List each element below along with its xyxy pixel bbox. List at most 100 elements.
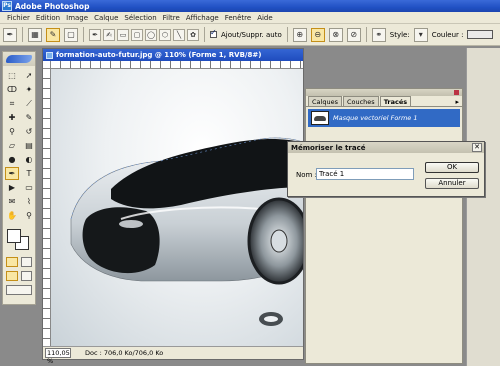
separator bbox=[286, 27, 288, 42]
pen-icon[interactable]: ✒ bbox=[5, 167, 19, 180]
fill-pixels-mode-button[interactable]: ▢ bbox=[64, 27, 78, 42]
path-subtract-button[interactable]: ⊖ bbox=[310, 27, 325, 42]
tab-traces[interactable]: Tracés bbox=[379, 96, 412, 106]
toolbox: ⬚ ➚ ↀ ✦ ⌗ ⟋ ✚ ✎ ⚲ ↺ ▱ ▤ ● ◐ ✒ T ▶ ▭ ✉ ⌇ … bbox=[2, 51, 36, 305]
magic-wand-icon[interactable]: ✦ bbox=[22, 83, 36, 96]
standard-mode-icon[interactable] bbox=[6, 257, 18, 267]
color-swatches bbox=[5, 227, 33, 253]
style-label: Style: bbox=[389, 30, 410, 39]
dodge-icon[interactable]: ◐ bbox=[22, 153, 36, 166]
blur-icon[interactable]: ● bbox=[5, 153, 19, 166]
panel-title-strip[interactable] bbox=[306, 89, 462, 96]
menu-fichier[interactable]: Fichier bbox=[4, 14, 33, 22]
shape-layer-mode-button[interactable]: ▦ bbox=[28, 27, 42, 42]
dialog-close-button[interactable]: ✕ bbox=[472, 143, 482, 152]
line-icon[interactable]: ╲ bbox=[173, 28, 185, 41]
slice-icon[interactable]: ⟋ bbox=[22, 97, 36, 110]
shape-icon[interactable]: ▭ bbox=[22, 181, 36, 194]
eyedropper-icon[interactable]: ⌇ bbox=[22, 195, 36, 208]
panel-menu-icon[interactable]: ▸ bbox=[455, 98, 459, 106]
separator bbox=[204, 27, 205, 42]
status-bar: 110,05 % Doc : 706,0 Ko/706,0 Ko bbox=[43, 346, 303, 365]
autoadd-checkbox[interactable] bbox=[210, 28, 217, 38]
headlight-shape bbox=[119, 220, 143, 228]
pen-icon[interactable]: ✒ bbox=[89, 28, 101, 41]
eraser-icon[interactable]: ▱ bbox=[5, 139, 19, 152]
options-bar: ✒ ▦ ✎ ▢ ✒ ✍ ▭ ▢ ◯ ⬡ ╲ ✿ Ajout/Suppr. aut… bbox=[0, 24, 500, 46]
menu-bar: Fichier Edition Image Calque Sélection F… bbox=[0, 12, 500, 24]
tool-grid: ⬚ ➚ ↀ ✦ ⌗ ⟋ ✚ ✎ ⚲ ↺ ▱ ▤ ● ◐ ✒ T ▶ ▭ ✉ ⌇ … bbox=[3, 66, 35, 225]
menu-calque[interactable]: Calque bbox=[91, 14, 121, 22]
path-exclude-button[interactable]: ⊘ bbox=[346, 27, 361, 42]
freeform-pen-icon[interactable]: ✍ bbox=[103, 28, 115, 41]
paths-mode-button[interactable]: ✎ bbox=[46, 27, 60, 42]
path-row-selected[interactable]: Masque vectoriel Forme 1 bbox=[308, 109, 460, 127]
type-icon[interactable]: T bbox=[22, 167, 36, 180]
crop-icon[interactable]: ⌗ bbox=[5, 97, 19, 110]
separator bbox=[22, 27, 23, 42]
rectangle-icon[interactable]: ▭ bbox=[117, 28, 129, 41]
hand-icon[interactable]: ✋ bbox=[5, 209, 19, 222]
rounded-rectangle-icon[interactable]: ▢ bbox=[131, 28, 143, 41]
tab-calques[interactable]: Calques bbox=[308, 96, 342, 106]
path-name-input[interactable] bbox=[316, 168, 414, 180]
menu-fenetre[interactable]: Fenêtre bbox=[222, 14, 254, 22]
vertical-ruler[interactable] bbox=[43, 69, 51, 346]
quick-mask-icon[interactable] bbox=[20, 257, 32, 267]
screen-mode-standard-icon[interactable] bbox=[6, 271, 18, 281]
adobe-feather-icon bbox=[6, 55, 32, 63]
menu-edition[interactable]: Edition bbox=[33, 14, 63, 22]
foreground-color[interactable] bbox=[7, 229, 21, 243]
polygon-icon[interactable]: ⬡ bbox=[159, 28, 171, 41]
gradient-icon[interactable]: ▤ bbox=[22, 139, 36, 152]
pen-tool-preset-button[interactable]: ✒ bbox=[3, 27, 17, 42]
path-intersect-button[interactable]: ⊗ bbox=[328, 27, 343, 42]
document-title-bar[interactable]: formation-auto-futur.jpg @ 110% (Forme 1… bbox=[43, 49, 303, 61]
ok-button[interactable]: OK bbox=[425, 162, 479, 173]
ellipse-icon[interactable]: ◯ bbox=[145, 28, 157, 41]
marquee-icon[interactable]: ⬚ bbox=[5, 69, 19, 82]
move-icon[interactable]: ➚ bbox=[22, 69, 36, 82]
menu-affichage[interactable]: Affichage bbox=[183, 14, 222, 22]
imageready-jump-icon[interactable] bbox=[6, 285, 32, 295]
screen-mode-full-icon[interactable] bbox=[20, 271, 32, 281]
panel-close-icon[interactable] bbox=[454, 90, 459, 95]
image-canvas[interactable] bbox=[51, 69, 303, 346]
menu-filtre[interactable]: Filtre bbox=[160, 14, 183, 22]
car-logo-inner-shape bbox=[264, 316, 278, 322]
color-swatch[interactable] bbox=[467, 30, 494, 39]
zoom-icon[interactable]: ⚲ bbox=[22, 209, 36, 222]
palette-well bbox=[466, 48, 500, 366]
ruler-origin[interactable] bbox=[43, 61, 51, 69]
path-combine-button[interactable]: ⊕ bbox=[292, 27, 307, 42]
healing-brush-icon[interactable]: ✚ bbox=[5, 111, 19, 124]
history-brush-icon[interactable]: ↺ bbox=[22, 125, 36, 138]
horizontal-ruler[interactable] bbox=[51, 61, 303, 69]
style-picker[interactable]: ▾ bbox=[413, 27, 428, 42]
path-thumbnail bbox=[311, 111, 329, 125]
menu-image[interactable]: Image bbox=[63, 14, 91, 22]
path-selection-icon[interactable]: ▶ bbox=[5, 181, 19, 194]
document-icon bbox=[46, 51, 53, 59]
paths-panel: Calques Couches Tracés ▸ Masque vectorie… bbox=[305, 88, 463, 364]
shape-tools: ✒ ✍ ▭ ▢ ◯ ⬡ ╲ ✿ bbox=[89, 28, 199, 41]
doc-size-info[interactable]: Doc : 706,0 Ko/706,0 Ko bbox=[85, 349, 163, 357]
cancel-button[interactable]: Annuler bbox=[425, 178, 479, 189]
path-name: Masque vectoriel Forme 1 bbox=[333, 114, 418, 122]
save-path-dialog: Mémoriser le tracé ✕ Nom : OK Annuler bbox=[287, 141, 485, 197]
link-icon[interactable]: ⚭ bbox=[371, 27, 386, 42]
document-title: formation-auto-futur.jpg @ 110% (Forme 1… bbox=[56, 51, 262, 59]
clone-stamp-icon[interactable]: ⚲ bbox=[5, 125, 19, 138]
menu-selection[interactable]: Sélection bbox=[121, 14, 159, 22]
notes-icon[interactable]: ✉ bbox=[5, 195, 19, 208]
lasso-icon[interactable]: ↀ bbox=[5, 83, 19, 96]
tab-couches[interactable]: Couches bbox=[342, 96, 379, 106]
imageready-row bbox=[3, 283, 35, 297]
color-label: Couleur : bbox=[431, 30, 464, 39]
brush-icon[interactable]: ✎ bbox=[22, 111, 36, 124]
dialog-title: Mémoriser le tracé bbox=[288, 142, 484, 153]
zoom-field[interactable]: 110,05 % bbox=[45, 348, 71, 365]
menu-aide[interactable]: Aide bbox=[254, 14, 275, 22]
mask-modes bbox=[3, 255, 35, 269]
custom-shape-icon[interactable]: ✿ bbox=[187, 28, 199, 41]
